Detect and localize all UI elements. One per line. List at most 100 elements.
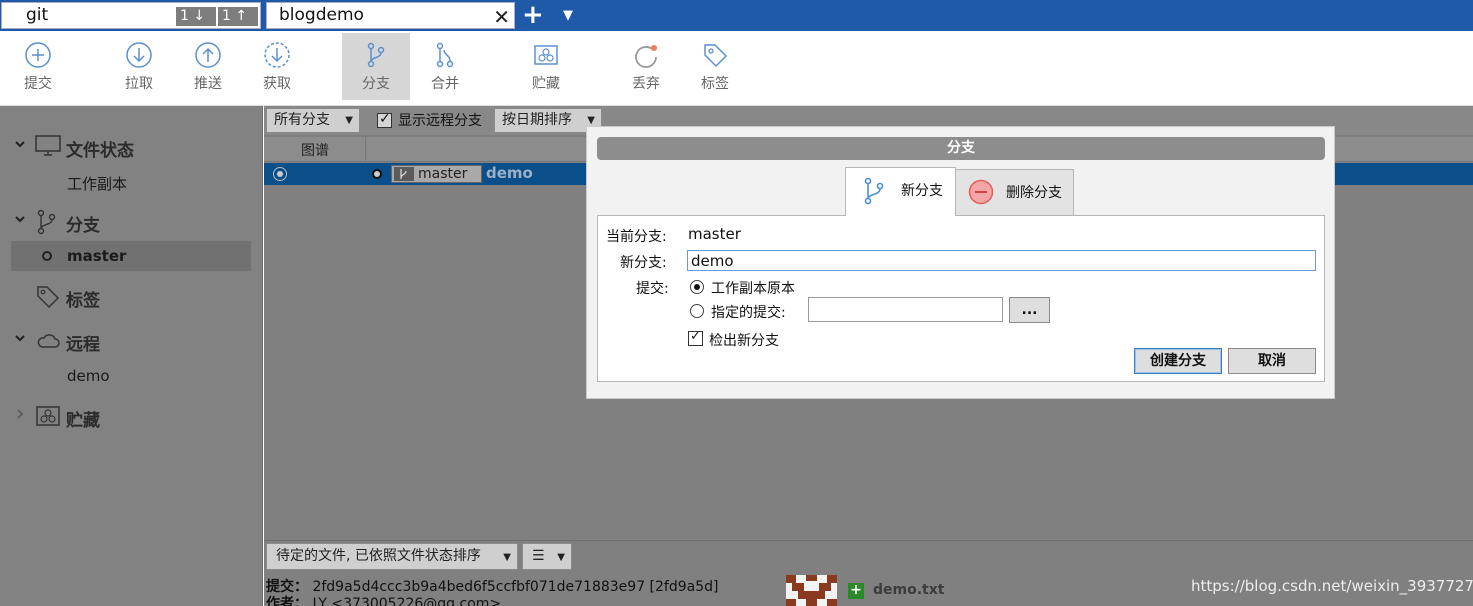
sidebar-item-working-copy[interactable]: 工作副本 [0, 167, 263, 197]
branch-filter-dropdown[interactable]: 所有分支 ▼ [266, 108, 360, 133]
commit-node-icon [372, 169, 382, 179]
toolbar-label: 标签 [701, 76, 729, 92]
arrow-down-circle-icon [126, 42, 152, 68]
pending-files-dropdown[interactable]: 待定的文件, 已依照文件状态排序 ▼ [266, 543, 518, 570]
new-branch-input[interactable] [687, 250, 1316, 271]
plus-circle-icon [25, 42, 51, 68]
tab-delete-branch[interactable]: 删除分支 [955, 169, 1074, 215]
tag-icon [704, 44, 728, 68]
commit-message: demo [486, 164, 533, 182]
pull-button[interactable]: 拉取 [105, 33, 173, 100]
merge-icon [436, 42, 454, 68]
check-icon: ✓ [690, 329, 701, 344]
toolbar-label: 拉取 [125, 76, 153, 92]
tab-label: 删除分支 [1006, 185, 1062, 201]
tab-git[interactable]: git 1 ↓ 1 ↑ [1, 2, 261, 29]
sidebar: 文件状态 工作副本 分支 master 标签 远程 demo 贮藏 [0, 106, 263, 606]
chevron-right-icon[interactable] [14, 408, 26, 423]
dialog-title: 分支 [597, 137, 1325, 160]
watermark: https://blog.csdn.net/weixin_39377273 [1191, 577, 1473, 595]
sidebar-heading: 分支 [66, 216, 100, 236]
tab-label: 新分支 [901, 183, 943, 199]
tag-icon [35, 284, 61, 314]
branch-button[interactable]: 分支 [342, 33, 410, 100]
sidebar-heading: 贮藏 [66, 411, 100, 431]
behind-count-badge: 1 ↓ [176, 7, 216, 26]
sidebar-item-label: master [67, 247, 127, 265]
browse-commit-button[interactable]: ... [1009, 297, 1050, 323]
author-line: 作者： LY <373005226@qq.com> [266, 593, 501, 606]
checkout-new-branch-checkbox[interactable]: ✓ [688, 329, 703, 346]
ahead-count-badge: 1 ↑ [218, 7, 258, 26]
author-label: 作者： [266, 596, 308, 606]
sidebar-section-tags[interactable]: 标签 [0, 282, 263, 312]
stash-icon [35, 404, 61, 432]
row-select-radio[interactable] [273, 167, 287, 181]
stash-icon [534, 45, 558, 65]
graph-column-title: 图谱 [301, 143, 329, 159]
branch-icon [367, 42, 385, 68]
tab-label: git [26, 5, 49, 25]
create-branch-button[interactable]: 创建分支 [1134, 348, 1222, 374]
toolbar-label: 推送 [194, 76, 222, 92]
chevron-down-icon: ▼ [503, 552, 511, 563]
commit-button[interactable]: 提交 [4, 33, 72, 100]
minus-circle-icon [968, 179, 994, 209]
stash-button[interactable]: 贮藏 [512, 33, 580, 100]
merge-button[interactable]: 合并 [411, 33, 479, 100]
new-branch-label: 新分支: [620, 255, 667, 271]
discard-icon [635, 45, 657, 68]
sidebar-heading: 文件状态 [66, 141, 134, 161]
tag-button[interactable]: 标签 [681, 33, 749, 100]
dropdown-value: 待定的文件, 已依照文件状态排序 [276, 548, 481, 564]
toolbar-label: 丢弃 [632, 76, 660, 92]
working-copy-option-label: 工作副本原本 [711, 281, 795, 297]
sidebar-section-file-status[interactable]: 文件状态 [0, 132, 263, 162]
sidebar-item-label: 工作副本 [67, 175, 128, 193]
toolbar-label: 提交 [24, 76, 52, 92]
show-remote-checkbox[interactable]: ✓ [377, 111, 392, 128]
chevron-down-icon[interactable] [14, 213, 26, 228]
dropdown-value: 所有分支 [274, 112, 330, 128]
sidebar-heading: 标签 [66, 291, 100, 311]
chevron-down-icon[interactable] [14, 332, 26, 347]
specified-commit-option-label: 指定的提交: [711, 305, 786, 321]
current-branch-label: 当前分支: [606, 229, 667, 245]
fetch-button[interactable]: 获取 [243, 33, 311, 100]
show-remote-label: 显示远程分支 [398, 113, 482, 129]
branch-label-tag: master [391, 165, 482, 183]
specified-commit-radio[interactable] [690, 304, 704, 318]
check-icon: ✓ [379, 111, 391, 127]
arrow-up-circle-icon [195, 42, 221, 68]
add-tab-button[interactable]: + [522, 0, 544, 30]
sidebar-section-remotes[interactable]: 远程 [0, 326, 263, 356]
discard-button[interactable]: 丢弃 [612, 33, 680, 100]
cloud-icon [35, 328, 61, 356]
current-branch-icon [42, 251, 52, 261]
sidebar-item-demo[interactable]: demo [0, 361, 263, 391]
tab-new-branch[interactable]: 新分支 [845, 167, 956, 216]
push-button[interactable]: 推送 [174, 33, 242, 100]
branch-icon [394, 167, 414, 181]
sidebar-heading: 远程 [66, 335, 100, 355]
commit-label: 提交: [636, 281, 669, 297]
view-mode-dropdown[interactable]: ☰ ▼ [522, 543, 572, 570]
sidebar-section-branches[interactable]: 分支 [0, 207, 263, 237]
sidebar-item-master[interactable]: master [11, 241, 251, 271]
list-icon: ☰ [532, 548, 545, 564]
tab-label: blogdemo [279, 5, 364, 25]
cancel-button[interactable]: 取消 [1228, 348, 1316, 374]
specified-commit-input[interactable] [808, 297, 1003, 322]
chevron-down-icon[interactable] [14, 138, 26, 153]
branch-tag-label: master [418, 166, 468, 182]
column-divider[interactable] [365, 137, 366, 162]
new-branch-form: 当前分支: master 新分支: 提交: 工作副本原本 指定的提交: ... … [597, 215, 1325, 382]
sidebar-section-stashes[interactable]: 贮藏 [0, 402, 263, 432]
commit-details-panel: 待定的文件, 已依照文件状态排序 ▼ ☰ ▼ 提交： 2fd9a5d4ccc3b… [264, 540, 1473, 606]
close-icon[interactable]: ✕ [493, 5, 510, 29]
tab-blogdemo[interactable]: blogdemo ✕ [266, 2, 515, 29]
tab-menu-chevron-icon[interactable]: ▼ [563, 3, 573, 29]
toolbar: 提交 拉取 推送 获取 分支 合并 贮藏 丢弃 标签 [0, 31, 1473, 106]
working-copy-radio[interactable] [690, 280, 704, 294]
toolbar-label: 分支 [362, 76, 390, 92]
